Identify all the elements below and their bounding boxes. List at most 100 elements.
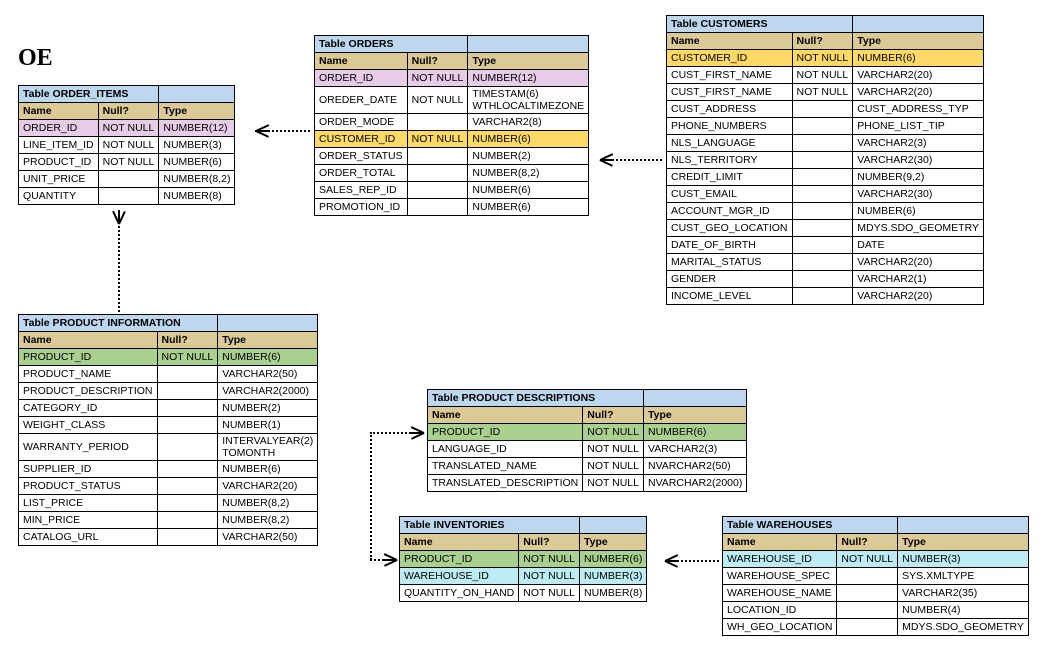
col-type: Type (580, 534, 647, 551)
table-row: WAREHOUSE_SPECSYS.XMLTYPE (723, 568, 1029, 585)
cell-type: NUMBER(6) (468, 199, 589, 216)
cell-type: VARCHAR2(2000) (218, 383, 318, 400)
cell-type: NUMBER(8,2) (218, 512, 318, 529)
crowfoot-icon (665, 552, 679, 570)
cell-name: WARRANTY_PERIOD (19, 434, 158, 461)
cell-type: INTERVALYEAR(2)TOMONTH (218, 434, 318, 461)
cell-null (157, 400, 218, 417)
crowfoot-icon (112, 210, 126, 228)
crowfoot-icon (410, 424, 424, 442)
cell-null (792, 169, 853, 186)
table-customers: Table CUSTOMERS Name Null? Type CUSTOMER… (666, 15, 984, 305)
col-name: Name (428, 407, 583, 424)
table-row: CATALOG_URLVARCHAR2(50) (19, 529, 318, 546)
cell-type: DATE (853, 237, 984, 254)
cell-null: NOT NULL (792, 67, 853, 84)
col-type: Type (898, 534, 1029, 551)
col-name: Name (315, 53, 408, 70)
cell-name: WAREHOUSE_NAME (723, 585, 837, 602)
cell-null (407, 114, 468, 131)
cell-null: NOT NULL (98, 154, 159, 171)
cell-null (407, 165, 468, 182)
table-title: Table CUSTOMERS (667, 16, 853, 33)
cell-name: ACCOUNT_MGR_ID (667, 203, 793, 220)
cell-null (157, 434, 218, 461)
cell-name: ORDER_TOTAL (315, 165, 408, 182)
cell-name: LINE_ITEM_ID (19, 137, 99, 154)
col-null: Null? (837, 534, 898, 551)
cell-null (157, 512, 218, 529)
cell-type: VARCHAR2(30) (853, 186, 984, 203)
table-title: Table ORDERS (315, 36, 468, 53)
table-row: CATEGORY_IDNUMBER(2) (19, 400, 318, 417)
cell-name: PROMOTION_ID (315, 199, 408, 216)
cell-null (792, 203, 853, 220)
cell-null: NOT NULL (407, 70, 468, 87)
cell-null: NOT NULL (583, 475, 644, 492)
table-row: PHONE_NUMBERS PHONE_LIST_TIP (667, 118, 984, 135)
cell-null (407, 148, 468, 165)
table-row: UNIT_PRICENUMBER(8,2) (19, 171, 235, 188)
cell-name: CUST_ADDRESS (667, 101, 793, 118)
cell-type: NUMBER(3) (898, 551, 1029, 568)
connector-prodinfo-inventories-v (370, 432, 372, 560)
col-null: Null? (583, 407, 644, 424)
cell-null: NOT NULL (792, 84, 853, 101)
table-row: PRODUCT_STATUSVARCHAR2(20) (19, 478, 318, 495)
table-row: WAREHOUSE_IDNOT NULLNUMBER(3) (723, 551, 1029, 568)
cell-name: PHONE_NUMBERS (667, 118, 793, 135)
cell-null: NOT NULL (519, 585, 580, 602)
cell-name: NLS_LANGUAGE (667, 135, 793, 152)
table-row: SALES_REP_IDNUMBER(6) (315, 182, 589, 199)
cell-name: GENDER (667, 271, 793, 288)
cell-type: MDYS.SDO_GEOMETRY (898, 619, 1029, 636)
table-row: ORDER_IDNOT NULLNUMBER(12) (19, 120, 235, 137)
table-row: OREDER_DATENOT NULLTIMESTAM(6)WTHLOCALTI… (315, 87, 589, 114)
cell-type: VARCHAR2(20) (853, 84, 984, 101)
cell-null (157, 478, 218, 495)
cell-name: OREDER_DATE (315, 87, 408, 114)
cell-name: LIST_PRICE (19, 495, 158, 512)
table-row: WAREHOUSE_NAME VARCHAR2(35) (723, 585, 1029, 602)
cell-name: LANGUAGE_ID (428, 441, 583, 458)
cell-null (98, 171, 159, 188)
col-type: Type (468, 53, 589, 70)
cell-name: CUST_EMAIL (667, 186, 793, 203)
cell-null (157, 383, 218, 400)
cell-name: TRANSLATED_DESCRIPTION (428, 475, 583, 492)
cell-type: NUMBER(6) (853, 203, 984, 220)
col-name: Name (667, 33, 793, 50)
cell-name: CUSTOMER_ID (667, 50, 793, 67)
table-row: WARRANTY_PERIOD INTERVALYEAR(2)TOMONTH (19, 434, 318, 461)
cell-type: VARCHAR2(20) (853, 288, 984, 305)
cell-type: VARCHAR2(20) (218, 478, 318, 495)
table-row: PRODUCT_IDNOT NULLNUMBER(6) (428, 424, 747, 441)
table-row: WH_GEO_LOCATIONMDYS.SDO_GEOMETRY (723, 619, 1029, 636)
cell-type: MDYS.SDO_GEOMETRY (853, 220, 984, 237)
cell-null (837, 602, 898, 619)
table-title: Table WAREHOUSES (723, 517, 898, 534)
cell-null: NOT NULL (98, 120, 159, 137)
cell-null: NOT NULL (837, 551, 898, 568)
cell-type: VARCHAR2(20) (853, 254, 984, 271)
cell-null (792, 152, 853, 169)
cell-type: NUMBER(8,2) (218, 495, 318, 512)
cell-type: VARCHAR2(8) (468, 114, 589, 131)
cell-null (837, 585, 898, 602)
cell-name: CREDIT_LIMIT (667, 169, 793, 186)
cell-name: INCOME_LEVEL (667, 288, 793, 305)
cell-type: PHONE_LIST_TIP (853, 118, 984, 135)
cell-type: VARCHAR2(35) (898, 585, 1029, 602)
cell-name: PRODUCT_ID (19, 154, 99, 171)
cell-name: LOCATION_ID (723, 602, 837, 619)
cell-name: NLS_TERRITORY (667, 152, 793, 169)
cell-type: NUMBER(1) (218, 417, 318, 434)
table-product-descriptions: Table PRODUCT DESCRIPTIONS Name Null? Ty… (427, 389, 747, 492)
cell-null (837, 619, 898, 636)
connector-orderitems-prodinfo (118, 222, 120, 312)
cell-name: DATE_OF_BIRTH (667, 237, 793, 254)
cell-type: NVARCHAR2(2000) (644, 475, 747, 492)
cell-null (792, 237, 853, 254)
cell-name: ORDER_STATUS (315, 148, 408, 165)
table-inventories: Table INVENTORIES Name Null? Type PRODUC… (399, 516, 647, 602)
